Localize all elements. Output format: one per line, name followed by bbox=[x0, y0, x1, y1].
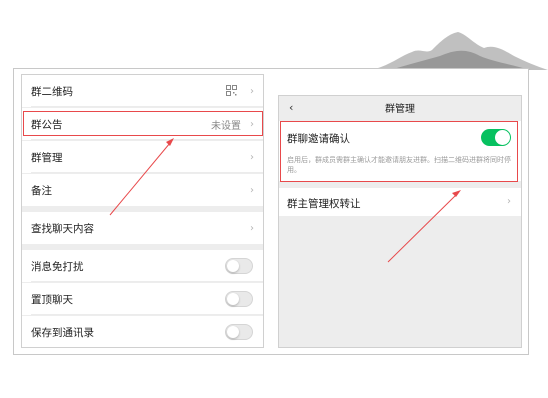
row-label: 群二维码 bbox=[31, 85, 73, 98]
qr-code-icon bbox=[226, 85, 237, 96]
settings-row-group-qrcode[interactable]: 群二维码 › bbox=[22, 75, 263, 107]
divider bbox=[31, 106, 263, 107]
chevron-right-icon: › bbox=[250, 85, 254, 97]
settings-row-group-manage[interactable]: 群管理 › bbox=[22, 141, 263, 173]
settings-row-search-chat[interactable]: 查找聊天内容 › bbox=[22, 212, 263, 244]
divider bbox=[31, 314, 263, 315]
save-contacts-toggle[interactable] bbox=[225, 324, 253, 340]
row-label: 消息免打扰 bbox=[31, 260, 84, 273]
row-label: 查找聊天内容 bbox=[31, 222, 94, 235]
mountain-decoration bbox=[370, 32, 548, 70]
settings-row-save-contacts: 保存到通讯录 bbox=[22, 316, 263, 347]
settings-row-mute: 消息免打扰 bbox=[22, 250, 263, 282]
chevron-right-icon: › bbox=[250, 151, 254, 163]
page-title: 群管理 bbox=[385, 103, 415, 115]
pin-toggle[interactable] bbox=[225, 291, 253, 307]
invite-confirm-highlight-box bbox=[280, 121, 518, 182]
row-label: 群主管理权转让 bbox=[287, 198, 361, 210]
row-label: 备注 bbox=[31, 184, 52, 197]
divider bbox=[31, 139, 263, 140]
toggle-knob bbox=[227, 293, 239, 305]
settings-row-pin: 置顶聊天 bbox=[22, 283, 263, 315]
toggle-knob bbox=[227, 326, 239, 338]
mute-toggle[interactable] bbox=[225, 258, 253, 274]
row-label: 置顶聊天 bbox=[31, 293, 73, 306]
chevron-right-icon: › bbox=[250, 222, 254, 234]
row-label: 群管理 bbox=[31, 151, 63, 164]
row-label: 保存到通讯录 bbox=[31, 326, 94, 339]
nav-bar: ‹ 群管理 bbox=[279, 96, 521, 118]
settings-row-remark[interactable]: 备注 › bbox=[22, 174, 263, 206]
divider bbox=[31, 172, 263, 173]
announcement-highlight-box bbox=[23, 111, 263, 136]
back-icon[interactable]: ‹ bbox=[289, 101, 293, 114]
chevron-right-icon: › bbox=[250, 184, 254, 196]
settings-row-owner-transfer[interactable]: 群主管理权转让 › bbox=[279, 188, 521, 216]
divider bbox=[31, 281, 263, 282]
toggle-knob bbox=[227, 260, 239, 272]
chevron-right-icon: › bbox=[507, 196, 511, 207]
